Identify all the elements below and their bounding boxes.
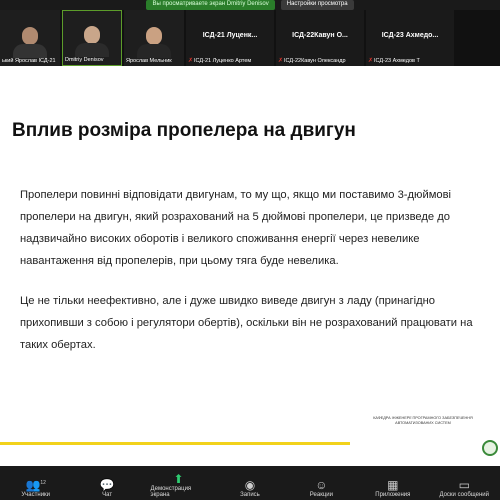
share-status: Вы просматриваете экран Dmitriy Denisov xyxy=(146,0,275,10)
reactions-label: Реакции xyxy=(309,492,333,498)
participant-name: ІСД-23 Ахмедов Т xyxy=(374,58,420,64)
participant-big-label: ІСД-23 Ахмедо... xyxy=(381,32,439,39)
university-logo-icon xyxy=(482,440,498,456)
participant-name: ІСД-22Кавун Олександр xyxy=(284,58,346,64)
record-button[interactable]: ◉ Запись xyxy=(222,478,278,498)
participant-video xyxy=(137,27,171,58)
participant-video xyxy=(13,27,47,58)
participant-video xyxy=(75,26,109,57)
apps-icon: ▦ xyxy=(387,478,399,492)
whiteboard-label: Доски сообщений xyxy=(439,492,489,498)
shared-slide: Вплив розміра пропелера на двигун Пропел… xyxy=(0,66,500,466)
share-banner: Вы просматриваете экран Dmitriy Denisov … xyxy=(0,0,500,10)
department-caption: КАФЕДРА ІНЖЕНЕРІЇ ПРОГРАМНОГО ЗАБЕЗПЕЧЕН… xyxy=(373,416,473,425)
mic-muted-icon: ✗ xyxy=(278,58,284,64)
reactions-icon: ☺ xyxy=(315,478,328,492)
participant-name: Dmitriy Denisov xyxy=(65,57,104,63)
record-icon: ◉ xyxy=(244,478,256,492)
reactions-button[interactable]: ☺ Реакции xyxy=(293,478,349,498)
participant-tile[interactable]: ІСД-23 Ахмедо... ✗ІСД-23 Ахмедов Т xyxy=(366,10,454,66)
participant-strip: ький Ярослав ІСД-21 Dmitriy Denisov Ярос… xyxy=(0,10,500,66)
participant-tile[interactable]: ІСД-21 Луценк... ✗ІСД-21 Луценко Артем xyxy=(186,10,274,66)
share-screen-label: Демонстрация экрана xyxy=(150,486,192,498)
participant-tile-active-speaker[interactable]: Dmitriy Denisov xyxy=(62,10,122,66)
participants-count: 12 xyxy=(40,480,46,486)
participant-big-label: ІСД-21 Луценк... xyxy=(202,32,258,39)
view-options-button[interactable]: Настройки просмотра xyxy=(280,0,354,10)
participant-name: ький Ярослав ІСД-21 xyxy=(2,58,56,64)
participants-button[interactable]: 👥12 Участники xyxy=(8,476,64,498)
mic-muted-icon: ✗ xyxy=(368,58,374,64)
participant-name: ІСД-21 Луценко Артем xyxy=(194,58,252,64)
whiteboard-icon: ▭ xyxy=(458,478,470,492)
participants-label: Участники xyxy=(21,492,51,498)
share-screen-button[interactable]: ⬆ Демонстрация экрана xyxy=(151,472,207,498)
participant-name: Ярослав Мельник xyxy=(126,58,172,64)
people-icon: 👥12 xyxy=(25,478,46,492)
apps-label: Приложения xyxy=(375,492,411,498)
chat-label: Чат xyxy=(102,492,113,498)
participant-tile[interactable]: ІСД-22Кавун О... ✗ІСД-22Кавун Олександр xyxy=(276,10,364,66)
meeting-toolbar: 👥12 Участники 💬 Чат ⬆ Демонстрация экран… xyxy=(0,466,500,500)
slide-paragraph: Пропелери повинні відповідати двигунам, … xyxy=(20,189,452,267)
chat-button[interactable]: 💬 Чат xyxy=(79,478,135,498)
record-label: Запись xyxy=(240,492,260,498)
participant-tile[interactable]: ький Ярослав ІСД-21 xyxy=(0,10,60,66)
participant-big-label: ІСД-22Кавун О... xyxy=(292,32,348,39)
apps-button[interactable]: ▦ Приложения xyxy=(365,478,421,498)
whiteboard-button[interactable]: ▭ Доски сообщений xyxy=(436,478,492,498)
participant-tile[interactable]: Ярослав Мельник xyxy=(124,10,184,66)
slide-paragraph: Це не тільки неефективно, але і дуже шви… xyxy=(20,295,473,351)
share-screen-icon: ⬆ xyxy=(173,472,184,486)
mic-muted-icon: ✗ xyxy=(188,58,194,64)
slide-title: Вплив розміра пропелера на двигун xyxy=(12,120,356,141)
chat-icon: 💬 xyxy=(99,478,115,492)
footer-divider xyxy=(0,442,350,445)
